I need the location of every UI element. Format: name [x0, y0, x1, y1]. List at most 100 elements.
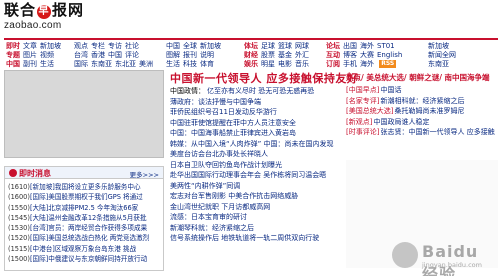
- headline-item[interactable]: 美两性“内耕作弹”同调: [170, 181, 340, 192]
- nav-link[interactable]: 新加坡: [200, 42, 221, 50]
- nav-head-luntan[interactable]: 论坛: [326, 42, 340, 50]
- nav-head-hudong[interactable]: 互动: [326, 51, 340, 59]
- nav-head-caijing[interactable]: 财经: [244, 51, 258, 59]
- nav-head-yule[interactable]: 娱乐: [244, 60, 258, 68]
- nav-link[interactable]: 股票: [261, 51, 275, 59]
- nav-link[interactable]: 文章: [23, 42, 37, 50]
- hot-topics-title[interactable]: 热点/ 美总统大选/ 朝鲜之谜/ 南中国海争端: [346, 72, 498, 83]
- headline-item[interactable]: 菲侨民组织号召11日发动反华游行: [170, 107, 340, 118]
- nav-link[interactable]: 报刊: [183, 51, 197, 59]
- instant-news-item[interactable]: (1610)[新加坡]我国将设立更多乐龄服务中心: [8, 182, 160, 192]
- nav-link[interactable]: 足球: [261, 42, 275, 50]
- nav-link[interactable]: 东南亚: [91, 60, 112, 68]
- headline-title[interactable]: 中国新一代领导人 应多接触保持友好: [170, 70, 358, 86]
- headline-item[interactable]: 日本自卫队夺回钓鱼岛作战计划曝光: [170, 160, 340, 171]
- nav-head-dingyue[interactable]: 订阅: [326, 60, 340, 68]
- headline-item[interactable]: 韩媒：从中国入境“人肉炸弹” 中国：尚未在国内发现: [170, 139, 340, 150]
- nav-link[interactable]: 明星: [261, 60, 275, 68]
- nav-link[interactable]: 海外: [360, 42, 374, 50]
- site-logo[interactable]: 联合早报网 zaobao.com: [4, 2, 96, 34]
- nav-link[interactable]: 观点: [74, 42, 88, 50]
- nav-link[interactable]: 香港: [91, 51, 105, 59]
- headline-item[interactable]: 薄政府：谈法抒慢与中国争端: [170, 97, 340, 108]
- nav-link[interactable]: 体育: [200, 60, 214, 68]
- nav-link[interactable]: 新闻全网: [428, 51, 456, 59]
- hot-topic-item[interactable]: [中国早点]中国话: [346, 85, 498, 96]
- clock-icon: [9, 169, 17, 177]
- headline-item[interactable]: 宏志对台军售刚影 中美合作抗击网络威胁: [170, 191, 340, 202]
- instant-news-item[interactable]: (1550)[大陆]北京减排PM2.5 今年淘汰66家: [8, 203, 160, 213]
- instant-news-item[interactable]: (1500)[国际]中俄建议与东京朝鲜同持开放行动: [8, 254, 160, 264]
- nav-link[interactable]: ST01: [377, 42, 395, 50]
- nav-link[interactable]: 网球: [295, 42, 309, 50]
- nav-link[interactable]: 说明: [200, 51, 214, 59]
- site-domain: zaobao.com: [4, 20, 62, 31]
- nav-link[interactable]: 全球: [183, 42, 197, 50]
- nav-link[interactable]: 博客: [343, 51, 357, 59]
- headline-item[interactable]: 中国政情： 亿至亦有义尽时 恐无可恐无惑再恐: [170, 86, 340, 97]
- nav-link[interactable]: 图解: [166, 51, 180, 59]
- nav-link[interactable]: 国际: [74, 60, 88, 68]
- nav-head-tiyu[interactable]: 体坛: [244, 42, 258, 50]
- nav-link[interactable]: 外汇: [295, 51, 309, 59]
- nav-link[interactable]: 生活: [40, 60, 54, 68]
- nav-link[interactable]: 音乐: [295, 60, 309, 68]
- headline-item[interactable]: 赴华出国国际行动理事会年会 吴作栋将同习温会晤: [170, 170, 340, 181]
- nav-link[interactable]: 东南亚: [428, 60, 449, 68]
- nav-link[interactable]: 中国: [108, 51, 122, 59]
- nav-link[interactable]: 图片: [23, 51, 37, 59]
- hot-topic-item[interactable]: [时事评论]张志贤：中国新一代领导人 应多接触: [346, 127, 498, 138]
- logo-mark-icon: 早: [37, 5, 52, 19]
- nav-link[interactable]: 新加坡: [40, 42, 61, 50]
- nav-col-3: 中国 全球 新加坡 图解 报刊 说明 生活 科技 体育: [166, 42, 224, 69]
- nav-link[interactable]: 台湾: [74, 51, 88, 59]
- rss-icon[interactable]: RSS: [379, 60, 397, 68]
- nav-link[interactable]: 电影: [278, 60, 292, 68]
- headline-item[interactable]: 新潮琴科就：经济紧缩之后: [170, 223, 340, 234]
- nav-link[interactable]: 手机: [343, 60, 357, 68]
- nav-link[interactable]: 新加坡: [428, 42, 449, 50]
- headline-item[interactable]: 金山湾世纪就职 下月访都威高网: [170, 202, 340, 213]
- nav-link[interactable]: 专访: [108, 42, 122, 50]
- nav-link[interactable]: 海外: [360, 60, 374, 68]
- nav-link[interactable]: English: [377, 51, 402, 59]
- nav-head-zhuanti[interactable]: 专题: [6, 51, 20, 59]
- nav-link[interactable]: 大赛: [360, 51, 374, 59]
- nav-link[interactable]: 科技: [183, 60, 197, 68]
- hot-topic-item[interactable]: [新观点]中国政局谁人稳定: [346, 117, 498, 128]
- nav-link[interactable]: 视频: [40, 51, 54, 59]
- instant-news-item[interactable]: (1545)[大陆]温州金融改革12条措施从5月获批: [8, 213, 160, 223]
- nav-head-jishi[interactable]: 即时: [6, 42, 20, 50]
- headline-item[interactable]: 中国：中国海事船禁止菲律宾进入黄岩岛: [170, 128, 340, 139]
- instant-news-panel: 即时消息 更多>>> (1610)[新加坡]我国将设立更多乐龄服务中心 (160…: [4, 166, 164, 271]
- nav-col-6: 新加坡 新闻全网 东南亚: [428, 42, 459, 69]
- hot-topic-item[interactable]: [名家专评]新潮相科就：经济紧缩之后: [346, 96, 498, 107]
- nav-link[interactable]: 社论: [125, 42, 139, 50]
- nav-link[interactable]: 副刊: [23, 60, 37, 68]
- instant-news-header: 即时消息 更多>>>: [5, 167, 163, 179]
- instant-news-item[interactable]: (1520)[国际]美国总统选战白热化 两党竞选激烈: [8, 233, 160, 243]
- nav-link[interactable]: 基金: [278, 51, 292, 59]
- instant-news-item[interactable]: (1600)[国际]美国股票期权于我们GPS 将通过: [8, 192, 160, 202]
- hot-topic-item[interactable]: [美国总统大选]桑托勒姆尚未准罗姆尼: [346, 106, 498, 117]
- headline-item[interactable]: 中国驻菲使馆提醒在菲中方人员注意安全: [170, 118, 340, 129]
- nav-link[interactable]: 专栏: [91, 42, 105, 50]
- logo-wordmark: 联合早报网: [4, 1, 85, 19]
- nav-link[interactable]: 出国: [343, 42, 357, 50]
- instant-news-item[interactable]: (1530)[台湾]官员：两岸经贸合作获得多项成果: [8, 223, 160, 233]
- nav-link[interactable]: 东北亚: [115, 60, 136, 68]
- more-link[interactable]: 更多>>>: [130, 169, 159, 179]
- nav-link[interactable]: 生活: [166, 60, 180, 68]
- nav-link[interactable]: 中国: [166, 42, 180, 50]
- nav-head-zhongguo[interactable]: 中国: [6, 60, 20, 68]
- headline-item[interactable]: 流感：日本宝育审的研讨: [170, 212, 340, 223]
- nav-link[interactable]: 美洲: [139, 60, 153, 68]
- nav-link[interactable]: 篮球: [278, 42, 292, 50]
- banner-image[interactable]: [4, 70, 164, 158]
- nav-link[interactable]: 评论: [125, 51, 139, 59]
- instant-news-item[interactable]: (1515)[中港台]区域观察万象台岛东港 挑战: [8, 244, 160, 254]
- headline-item[interactable]: 美度台访会台北办事处长祥晓人: [170, 149, 340, 160]
- headline-item[interactable]: 信号系统操作后 地铁轨道将一轨二周供双向行驶: [170, 233, 340, 244]
- hot-topics-list: [中国早点]中国话 [名家专评]新潮相科就：经济紧缩之后 [美国总统大选]桑托勒…: [346, 85, 498, 138]
- instant-news-title[interactable]: 即时消息: [9, 168, 51, 179]
